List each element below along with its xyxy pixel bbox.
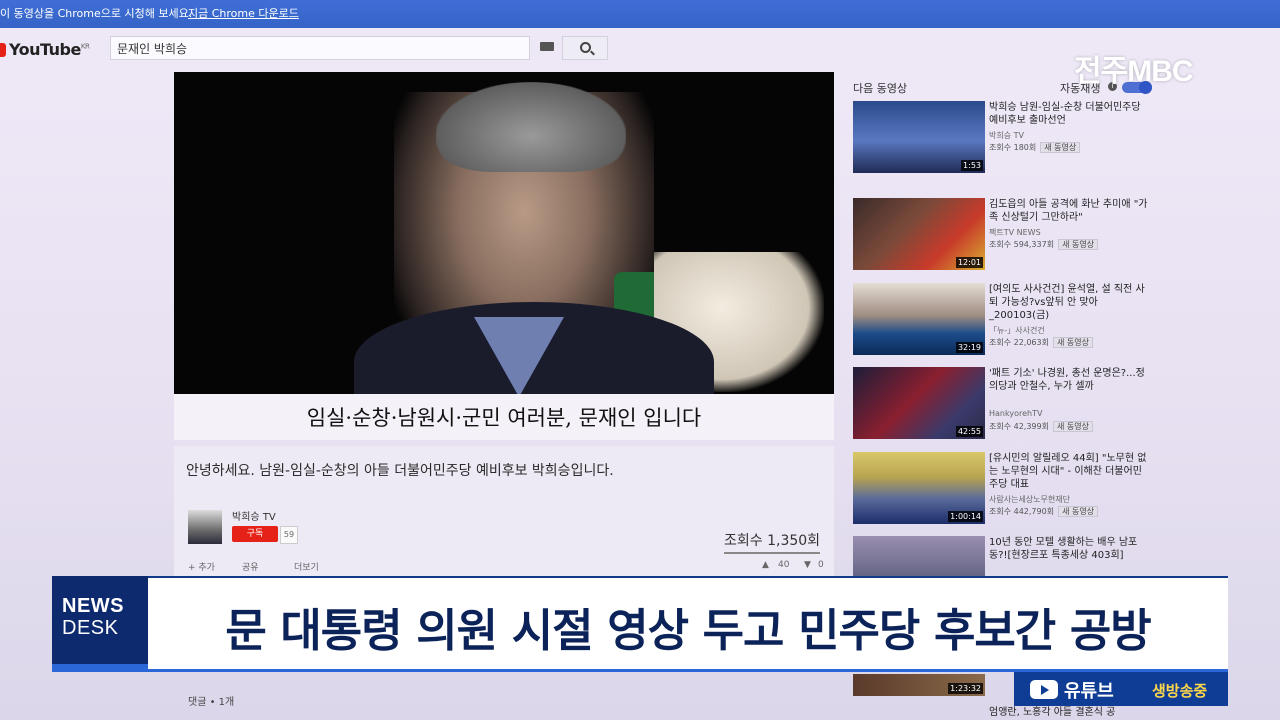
sidebar-video-meta: 조회수 42,399회 새 동영상 [989, 421, 1093, 432]
news-headline: 문 대통령 의원 시절 영상 두고 민주당 후보간 공방 [225, 604, 1151, 657]
sidebar-video-views: 조회수 594,337회 [989, 240, 1055, 249]
video-player[interactable] [174, 72, 834, 394]
sidebar-video-title[interactable]: 김도읍의 아들 공격에 화난 추미애 "가족 신상털기 그만하라" [989, 198, 1149, 224]
up-next-label: 다음 동영상 [853, 82, 908, 95]
channel-name[interactable]: 박희승 TV [232, 508, 276, 523]
more-button[interactable]: 더보기 [294, 560, 319, 573]
share-button[interactable]: 공유 [242, 560, 259, 573]
video-thumbnail[interactable]: 42:55 [853, 367, 985, 439]
search-button[interactable] [562, 36, 608, 60]
youtube-live-badge: 유튜브 생방송중 [1014, 672, 1228, 706]
video-thumbnail[interactable]: 1:53 [853, 101, 985, 173]
sidebar-video-title[interactable]: 엄앵란, 노홍각 아들 결혼식 공 [989, 706, 1149, 719]
sidebar-video-meta: 조회수 594,337회 새 동영상 [989, 239, 1099, 250]
sidebar-video-meta: 조회수 180회 새 동영상 [989, 142, 1081, 153]
sidebar-video-title[interactable]: 박희승 남원-임실-순창 더불어민주당 예비후보 출마선언 [989, 101, 1149, 127]
video-caption-strip: 임실·순창·남원시·군민 여러분, 문재인 입니다 [174, 394, 834, 440]
add-to-button[interactable]: + 추가 [188, 560, 215, 573]
youtube-play-icon [0, 43, 6, 57]
chrome-download-link[interactable]: 지금 Chrome 다운로드 [188, 0, 299, 28]
dislike-icon[interactable]: ▼ [804, 560, 811, 570]
comments-label: 댓글 • 1개 [188, 697, 235, 708]
subscriber-count: 59 [280, 526, 298, 544]
video-actions: + 추가 공유 더보기 ▲ 40 ▼ 0 [188, 560, 828, 576]
keyboard-icon[interactable] [540, 42, 554, 51]
new-badge: 새 동영상 [1058, 239, 1099, 250]
new-badge: 새 동영상 [1058, 506, 1099, 517]
sidebar-video-channel: 박희승 TV [989, 131, 1024, 140]
sidebar-video-title[interactable]: '패트 기소' 나경원, 총선 운명은?...정의당과 안철수, 누가 셀까 [989, 367, 1149, 393]
sidebar-video-views: 조회수 180회 [989, 143, 1037, 152]
video-duration: 32:19 [955, 342, 983, 353]
sidebar-video-views: 조회수 22,063회 [989, 338, 1049, 347]
live-broadcast-label: 생방송중 [1152, 682, 1208, 700]
new-badge: 새 동영상 [1052, 421, 1093, 432]
search-icon [580, 42, 591, 53]
news-desk-line1: NEWS [62, 595, 124, 617]
youtube-live-label: 유튜브 [1064, 681, 1114, 702]
video-duration: 1:53 [961, 160, 983, 171]
view-count: 조회수 1,350회 [724, 530, 821, 554]
sidebar-video-item[interactable]: 1:00:14 [유시민의 알릴레오 44회] "노무현 없는 노무현의 시대"… [853, 452, 1153, 528]
news-desk-logo: NEWS DESK [52, 576, 148, 672]
youtube-logo-text: YouTube [9, 40, 81, 59]
sidebar-video-meta: 조회수 22,063회 새 동영상 [989, 337, 1093, 348]
new-badge: 새 동영상 [1040, 142, 1081, 153]
sidebar-video-meta: 조회수 442,790회 새 동영상 [989, 506, 1099, 517]
sidebar-video-views: 조회수 42,399회 [989, 422, 1049, 431]
new-badge: 새 동영상 [1052, 337, 1093, 348]
news-desk-bar [52, 664, 148, 672]
news-desk-line2: DESK [62, 617, 119, 639]
sidebar-video-channel: 사람사는세상노무현재단 [989, 495, 1070, 504]
video-title: 안녕하세요. 남원-임실-순창의 아들 더불어민주당 예비후보 박희승입니다. [186, 463, 614, 479]
video-caption: 임실·순창·남원시·군민 여러분, 문재인 입니다 [306, 406, 702, 430]
chrome-banner-text: 이 동영상을 Chrome으로 시청해 보세요. [0, 7, 193, 20]
sidebar-video-channel: 「뉴-」사사건건 [989, 326, 1045, 335]
chrome-promo-banner: 이 동영상을 Chrome으로 시청해 보세요. 지금 Chrome 다운로드 [0, 0, 1280, 28]
sidebar-video-item[interactable]: 12:01 김도읍의 아들 공격에 화난 추미애 "가족 신상털기 그만하라" … [853, 198, 1153, 274]
video-thumbnail[interactable]: 1:23:32 [853, 674, 985, 696]
sidebar-video-item[interactable]: 32:19 [여의도 사사건건] 윤석열, 설 직전 사퇴 가능성?vs앞뒤 안… [853, 283, 1153, 359]
youtube-logo[interactable]: YouTubeKR [0, 40, 90, 59]
sidebar-video-channel: 팩트TV NEWS [989, 228, 1041, 237]
like-count: 40 [778, 560, 790, 570]
search-input[interactable]: 문재인 박희승 [110, 36, 530, 60]
sidebar-video-item[interactable]: 1:53 박희승 남원-임실-순창 더불어민주당 예비후보 출마선언 박희승 T… [853, 101, 1153, 177]
sidebar-video-item[interactable]: 엄앵란, 노홍각 아들 결혼식 공 [853, 706, 1153, 720]
sidebar-video-title[interactable]: 10년 동안 모텔 생활하는 배우 남포동?![현장르포 특종세상 403회] [989, 536, 1149, 562]
video-duration: 1:23:32 [948, 683, 983, 694]
video-thumbnail[interactable]: 1:00:14 [853, 452, 985, 524]
like-icon[interactable]: ▲ [762, 560, 769, 570]
video-duration: 42:55 [955, 426, 983, 437]
youtube-play-icon [1030, 680, 1058, 699]
video-thumbnail[interactable]: 12:01 [853, 198, 985, 270]
video-duration: 12:01 [955, 257, 983, 268]
subscribe-button[interactable]: 구독 [232, 526, 278, 542]
sidebar-video-views: 조회수 442,790회 [989, 507, 1055, 516]
headline-box: 문 대통령 의원 시절 영상 두고 민주당 후보간 공방 [148, 576, 1228, 672]
station-logo: 전주MBC [1074, 55, 1194, 88]
video-thumbnail[interactable]: 32:19 [853, 283, 985, 355]
sidebar-video-channel: HankyorehTV [989, 409, 1043, 418]
sidebar-video-title[interactable]: [유시민의 알릴레오 44회] "노무현 없는 노무현의 시대" - 이해찬 더… [989, 452, 1149, 491]
dislike-count: 0 [818, 560, 824, 570]
sidebar-video-item[interactable]: 42:55 '패트 기소' 나경원, 총선 운명은?...정의당과 안철수, 누… [853, 367, 1153, 443]
youtube-region: KR [80, 42, 90, 51]
speaker-hair [436, 82, 626, 172]
channel-avatar[interactable] [188, 510, 222, 544]
video-duration: 1:00:14 [948, 511, 983, 522]
sidebar-video-title[interactable]: [여의도 사사건건] 윤석열, 설 직전 사퇴 가능성?vs앞뒤 안 맞아_20… [989, 283, 1149, 322]
